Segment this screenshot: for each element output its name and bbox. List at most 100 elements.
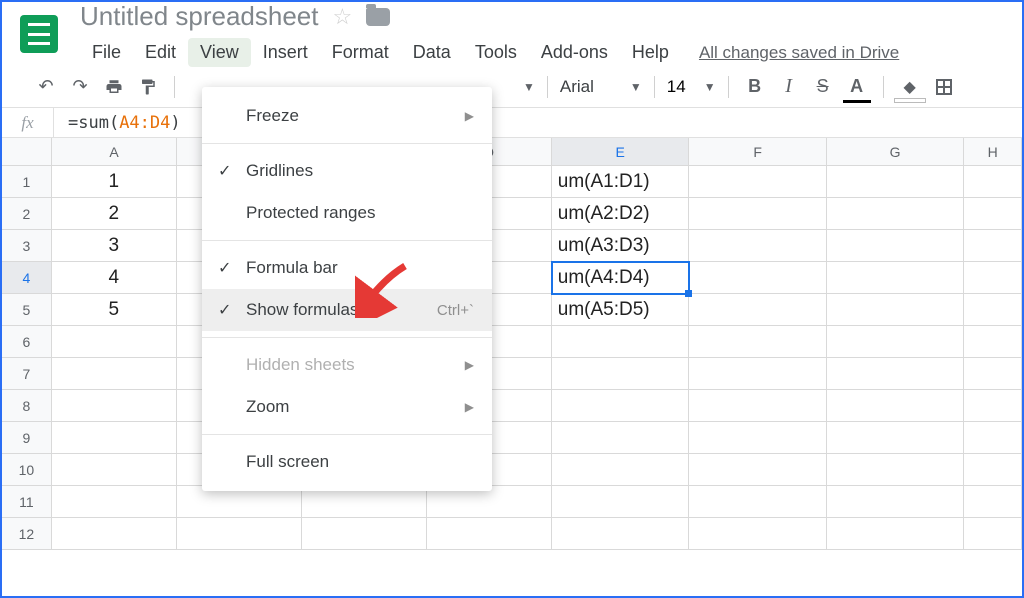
cell[interactable] (689, 486, 826, 518)
cell[interactable] (689, 422, 826, 454)
borders-button[interactable] (930, 73, 958, 101)
bold-button[interactable]: B (741, 73, 769, 101)
menu-help[interactable]: Help (620, 38, 681, 67)
row-header[interactable]: 3 (2, 230, 52, 262)
cell[interactable]: 5 (52, 294, 177, 326)
select-all-corner[interactable] (2, 138, 52, 166)
cell[interactable] (52, 454, 177, 486)
text-color-button[interactable]: A (843, 73, 871, 101)
document-title[interactable]: Untitled spreadsheet (80, 1, 318, 32)
cell[interactable] (827, 230, 964, 262)
view-freeze[interactable]: Freeze ▶ (202, 95, 492, 137)
cell[interactable] (964, 198, 1022, 230)
menu-tools[interactable]: Tools (463, 38, 529, 67)
column-header[interactable]: A (52, 138, 177, 166)
view-protected-ranges[interactable]: Protected ranges (202, 192, 492, 234)
column-header[interactable]: H (964, 138, 1022, 166)
cell[interactable] (689, 454, 826, 486)
row-header[interactable]: 6 (2, 326, 52, 358)
row-header[interactable]: 10 (2, 454, 52, 486)
view-zoom[interactable]: Zoom ▶ (202, 386, 492, 428)
cell[interactable] (827, 454, 964, 486)
move-folder-icon[interactable] (366, 8, 390, 26)
cell[interactable] (52, 422, 177, 454)
cell[interactable] (552, 422, 689, 454)
cell[interactable] (52, 486, 177, 518)
cell[interactable] (552, 358, 689, 390)
sheets-logo-icon[interactable] (20, 15, 58, 53)
cell[interactable] (964, 358, 1022, 390)
cell[interactable] (964, 262, 1022, 294)
menu-data[interactable]: Data (401, 38, 463, 67)
row-header[interactable]: 2 (2, 198, 52, 230)
cell[interactable] (964, 230, 1022, 262)
fx-icon[interactable]: fx (2, 108, 54, 137)
italic-button[interactable]: I (775, 73, 803, 101)
cell[interactable] (964, 294, 1022, 326)
strikethrough-button[interactable]: S (809, 73, 837, 101)
cell[interactable]: um(A1:D1) (552, 166, 689, 198)
row-header[interactable]: 1 (2, 166, 52, 198)
font-family-select[interactable]: Arial ▼ (560, 77, 642, 97)
cell[interactable] (52, 518, 177, 550)
cell[interactable]: um(A3:D3) (552, 230, 689, 262)
cell[interactable] (827, 390, 964, 422)
menu-insert[interactable]: Insert (251, 38, 320, 67)
cell[interactable] (827, 486, 964, 518)
cell[interactable] (52, 326, 177, 358)
cell[interactable] (552, 454, 689, 486)
font-size-select[interactable]: 14 ▼ (667, 77, 716, 97)
menu-addons[interactable]: Add-ons (529, 38, 620, 67)
cell[interactable] (827, 518, 964, 550)
spreadsheet-grid[interactable]: ABCDEFGH11um(A1:D1)22um(A2:D2)33um(A3:D3… (2, 138, 1022, 550)
row-header[interactable]: 11 (2, 486, 52, 518)
cell[interactable] (689, 262, 826, 294)
star-icon[interactable]: ☆ (332, 4, 352, 30)
cell[interactable] (52, 358, 177, 390)
cell[interactable] (689, 230, 826, 262)
cell[interactable] (689, 166, 826, 198)
view-formula-bar[interactable]: ✓ Formula bar (202, 247, 492, 289)
cell[interactable] (964, 518, 1022, 550)
cell[interactable]: 2 (52, 198, 177, 230)
undo-button[interactable]: ↶ (32, 73, 60, 101)
formula-input[interactable]: =sum(A4:D4) (54, 113, 181, 133)
cell[interactable] (827, 198, 964, 230)
cell[interactable] (964, 422, 1022, 454)
menu-format[interactable]: Format (320, 38, 401, 67)
cell[interactable] (827, 358, 964, 390)
cell[interactable] (689, 198, 826, 230)
cell[interactable]: um(A5:D5) (552, 294, 689, 326)
cell[interactable] (552, 518, 689, 550)
view-gridlines[interactable]: ✓ Gridlines (202, 150, 492, 192)
cell[interactable] (964, 326, 1022, 358)
menu-view[interactable]: View (188, 38, 251, 67)
cell[interactable] (689, 390, 826, 422)
cell[interactable] (827, 294, 964, 326)
column-header[interactable]: E (552, 138, 689, 166)
cell[interactable] (689, 518, 826, 550)
paint-format-button[interactable] (134, 73, 162, 101)
cell[interactable] (52, 390, 177, 422)
cell[interactable] (964, 390, 1022, 422)
format-dropdown-caret-icon[interactable]: ▼ (523, 80, 535, 94)
cell[interactable]: 3 (52, 230, 177, 262)
cell[interactable] (689, 326, 826, 358)
row-header[interactable]: 7 (2, 358, 52, 390)
row-header[interactable]: 4 (2, 262, 52, 294)
view-show-formulas[interactable]: ✓ Show formulas Ctrl+` (202, 289, 492, 331)
cell[interactable] (552, 486, 689, 518)
cell[interactable] (552, 390, 689, 422)
cell[interactable] (964, 166, 1022, 198)
cell[interactable]: 1 (52, 166, 177, 198)
cell[interactable]: um(A2:D2) (552, 198, 689, 230)
cell[interactable] (964, 454, 1022, 486)
column-header[interactable]: G (827, 138, 964, 166)
fill-color-button[interactable]: ◆ (896, 73, 924, 101)
menu-file[interactable]: File (80, 38, 133, 67)
redo-button[interactable]: ↷ (66, 73, 94, 101)
cell[interactable] (302, 518, 427, 550)
view-full-screen[interactable]: Full screen (202, 441, 492, 483)
cell[interactable] (427, 518, 552, 550)
save-status[interactable]: All changes saved in Drive (699, 43, 899, 63)
